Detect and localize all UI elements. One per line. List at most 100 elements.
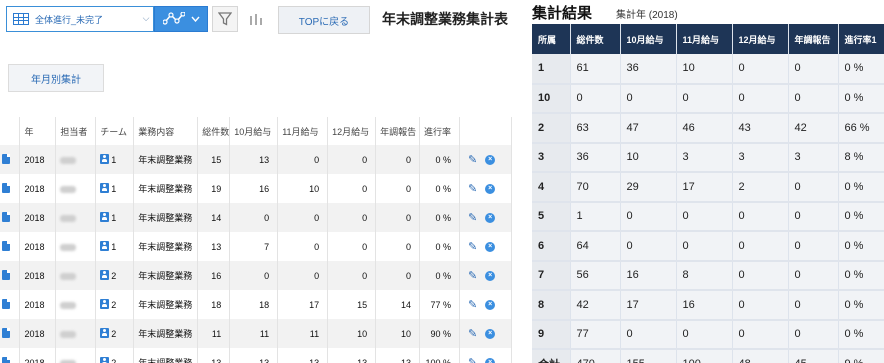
nov-cell: 46 bbox=[676, 113, 733, 144]
close-circle-icon[interactable]: × bbox=[485, 154, 496, 165]
team-cell: 2 bbox=[95, 319, 135, 348]
pencil-icon[interactable]: ✎ bbox=[468, 269, 477, 282]
column-header[interactable]: 担当者 bbox=[55, 117, 97, 145]
task-cell: 年末調整業務 bbox=[133, 203, 199, 232]
oct-cell: 0 bbox=[229, 261, 279, 290]
row-doc-cell[interactable] bbox=[0, 319, 21, 348]
rate-cell: 100 % bbox=[419, 348, 460, 363]
close-circle-icon[interactable]: × bbox=[485, 357, 496, 363]
nov-cell: 10 bbox=[676, 54, 733, 85]
report-cell: 42 bbox=[788, 113, 839, 144]
rate-cell: 0 % bbox=[838, 172, 884, 203]
graph-view-button[interactable] bbox=[154, 6, 208, 32]
row-doc-cell[interactable] bbox=[0, 232, 21, 261]
summary-row: 3 36 10 3 3 3 8 % bbox=[532, 142, 884, 173]
pencil-icon[interactable]: ✎ bbox=[468, 298, 477, 311]
table-row[interactable]: 2018 1 年末調整業務 14 0 0 0 0 0 % ✎ × bbox=[0, 203, 512, 232]
assignee-cell bbox=[55, 319, 97, 348]
bar-chart-button[interactable] bbox=[242, 6, 270, 32]
column-header[interactable]: 10月給与 bbox=[229, 117, 279, 145]
nov-cell: 0 bbox=[277, 261, 329, 290]
close-circle-icon[interactable]: × bbox=[485, 183, 496, 194]
report-cell: 0 bbox=[375, 232, 421, 261]
close-circle-icon[interactable]: × bbox=[485, 299, 496, 310]
column-header[interactable]: 総件数 bbox=[197, 117, 231, 145]
view-selector[interactable]: 全体進行_未完了 ⌵ bbox=[6, 6, 154, 32]
summary-header-row: 所属 総件数 10月給与 11月給与 12月給与 年調報告 進行率1 bbox=[532, 24, 884, 54]
table-row[interactable]: 2018 1 年末調整業務 19 16 10 0 0 0 % ✎ × bbox=[0, 174, 512, 203]
column-header[interactable]: 12月給与 bbox=[327, 117, 377, 145]
document-icon[interactable] bbox=[2, 269, 10, 280]
team-cell: 2 bbox=[95, 290, 135, 319]
report-cell: 0 bbox=[788, 290, 839, 321]
total-cell: 77 bbox=[570, 319, 621, 350]
task-cell: 年末調整業務 bbox=[133, 290, 199, 319]
table-row[interactable]: 2018 2 年末調整業務 13 13 13 13 13 100 % ✎ × bbox=[0, 348, 512, 363]
column-header[interactable]: 業務内容 bbox=[133, 117, 199, 145]
row-doc-cell[interactable] bbox=[0, 290, 21, 319]
nov-cell: 17 bbox=[277, 290, 329, 319]
pencil-icon[interactable]: ✎ bbox=[468, 153, 477, 166]
document-icon[interactable] bbox=[2, 211, 10, 222]
column-header[interactable]: 進行率 bbox=[419, 117, 460, 145]
year-cell: 2018 bbox=[19, 348, 57, 363]
document-icon[interactable] bbox=[2, 240, 10, 251]
pencil-icon[interactable]: ✎ bbox=[468, 240, 477, 253]
back-to-top-button[interactable]: TOPに戻る bbox=[278, 6, 370, 34]
document-icon[interactable] bbox=[2, 153, 10, 164]
view-selector-label: 全体進行_未完了 bbox=[35, 14, 104, 25]
summary-row: 2 63 47 46 43 42 66 % bbox=[532, 113, 884, 144]
close-circle-icon[interactable]: × bbox=[485, 328, 496, 339]
assignee-cell bbox=[55, 290, 97, 319]
pencil-icon[interactable]: ✎ bbox=[468, 211, 477, 224]
row-doc-cell[interactable] bbox=[0, 261, 21, 290]
filter-button[interactable] bbox=[212, 6, 238, 32]
column-header[interactable]: 年調報告 bbox=[375, 117, 421, 145]
table-row[interactable]: 2018 1 年末調整業務 15 13 0 0 0 0 % ✎ × bbox=[0, 145, 512, 174]
rate-cell: 0 % bbox=[419, 261, 460, 290]
total-cell: 36 bbox=[570, 142, 621, 173]
total-cell: 13 bbox=[197, 232, 231, 261]
row-doc-cell[interactable] bbox=[0, 348, 21, 363]
dept-cell: 6 bbox=[532, 231, 571, 262]
summary-column-header: 所属 bbox=[532, 24, 571, 54]
close-circle-icon[interactable]: × bbox=[485, 270, 496, 281]
table-row[interactable]: 2018 2 年末調整業務 11 11 11 10 10 90 % ✎ × bbox=[0, 319, 512, 348]
oct-cell: 13 bbox=[229, 348, 279, 363]
redacted-name bbox=[60, 243, 77, 251]
column-header[interactable]: 11月給与 bbox=[277, 117, 329, 145]
chevron-down-icon: ⌵ bbox=[142, 14, 150, 24]
row-doc-cell[interactable] bbox=[0, 145, 21, 174]
rate-cell: 0 % bbox=[419, 203, 460, 232]
summary-subtitle: 集計年 (2018) bbox=[616, 10, 678, 21]
row-doc-cell[interactable] bbox=[0, 174, 21, 203]
dec-cell: 0 bbox=[732, 201, 789, 232]
document-icon[interactable] bbox=[2, 298, 10, 309]
close-circle-icon[interactable]: × bbox=[485, 241, 496, 252]
dept-cell: 9 bbox=[532, 319, 571, 350]
user-badge-icon bbox=[100, 212, 110, 222]
pencil-icon[interactable]: ✎ bbox=[468, 356, 477, 363]
user-badge-icon bbox=[100, 328, 110, 338]
column-header[interactable]: チーム bbox=[95, 117, 135, 145]
pencil-icon[interactable]: ✎ bbox=[468, 182, 477, 195]
column-header[interactable]: 年 bbox=[19, 117, 57, 145]
page-title: 年末調整業務集計表 bbox=[382, 12, 508, 28]
document-icon[interactable] bbox=[2, 182, 10, 193]
close-circle-icon[interactable]: × bbox=[485, 212, 496, 223]
table-row[interactable]: 2018 1 年末調整業務 13 7 0 0 0 0 % ✎ × bbox=[0, 232, 512, 261]
row-doc-cell[interactable] bbox=[0, 203, 21, 232]
table-row[interactable]: 2018 2 年末調整業務 18 18 17 15 14 77 % ✎ × bbox=[0, 290, 512, 319]
monthly-summary-button[interactable]: 年月別集計 bbox=[8, 64, 104, 92]
document-icon[interactable] bbox=[2, 327, 10, 338]
pencil-icon[interactable]: ✎ bbox=[468, 327, 477, 340]
task-cell: 年末調整業務 bbox=[133, 232, 199, 261]
redacted-name bbox=[60, 272, 77, 280]
document-icon[interactable] bbox=[2, 356, 10, 363]
table-row[interactable]: 2018 2 年末調整業務 16 0 0 0 0 0 % ✎ × bbox=[0, 261, 512, 290]
oct-cell: 13 bbox=[229, 145, 279, 174]
summary-row: 合計47015510048459 % bbox=[532, 349, 884, 363]
dec-cell: 13 bbox=[327, 348, 377, 363]
team-cell: 1 bbox=[95, 145, 135, 174]
actions-cell: ✎ × bbox=[459, 203, 512, 232]
